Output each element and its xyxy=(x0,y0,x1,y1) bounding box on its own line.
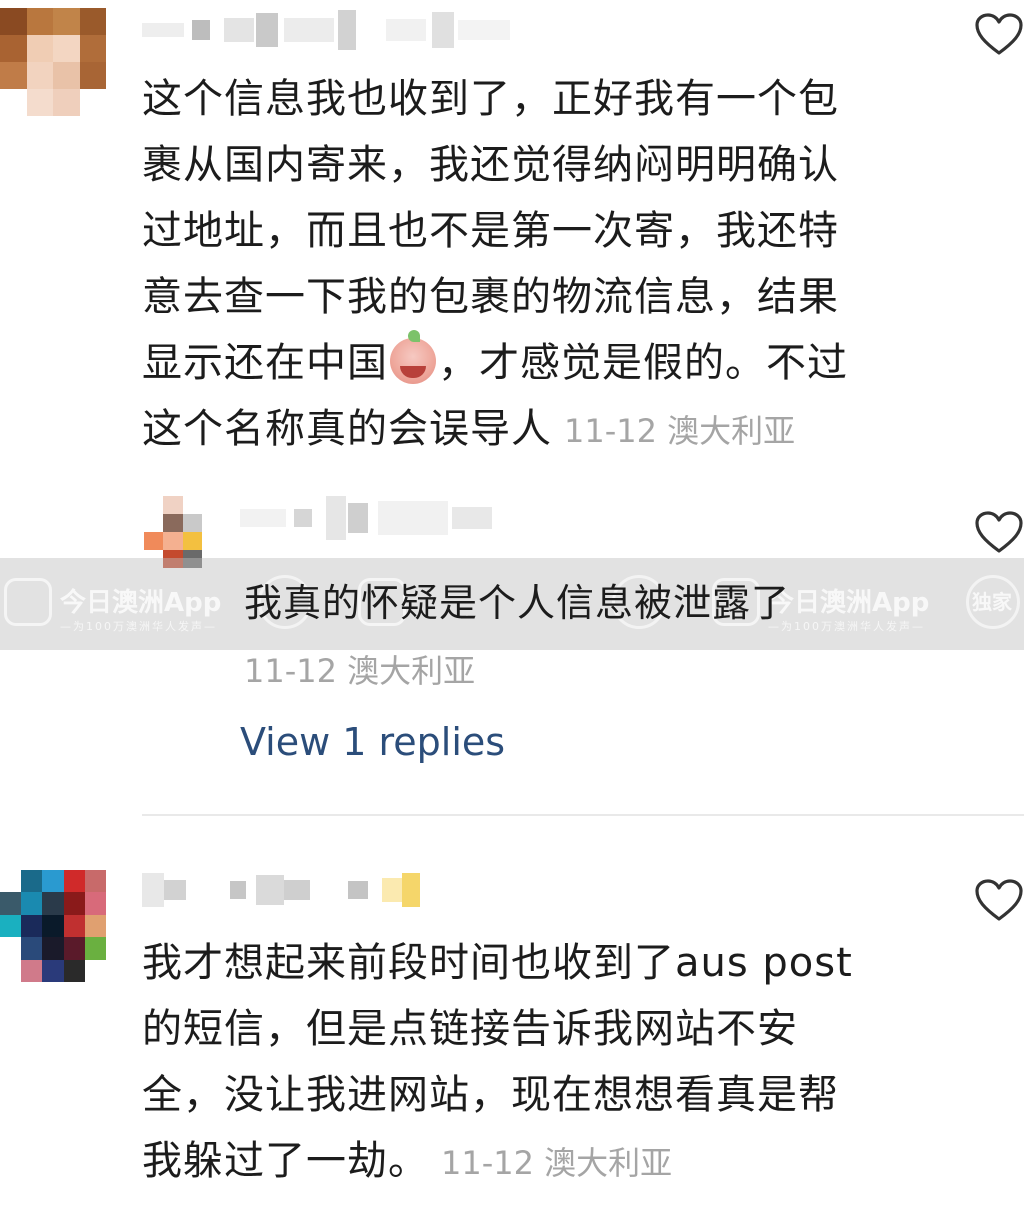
crying-face-emoji xyxy=(390,330,436,384)
avatar[interactable] xyxy=(0,8,106,116)
view-replies-link[interactable]: View 1 replies xyxy=(240,720,505,764)
heart-outline-icon[interactable] xyxy=(974,878,1024,922)
comment-meta: 11-12 澳大利亚 xyxy=(441,1144,673,1182)
heart-outline-icon[interactable] xyxy=(974,12,1024,56)
username-redacted[interactable] xyxy=(240,496,492,540)
reply-text: 我真的怀疑是个人信息被泄露了 xyxy=(244,581,791,625)
comment-item: 这个信息我也收到了，正好我有一个包 裹从国内寄来，我还觉得纳闷明明确认 过地址，… xyxy=(0,0,1024,480)
comment-item: 我才想起来前段时间也收到了aus post 的短信，但是点链接告诉我网站不安 全… xyxy=(0,840,1024,1212)
watermark-tagline: —为100万澳洲华人发声— xyxy=(60,620,217,633)
divider xyxy=(142,814,1024,816)
username-redacted[interactable] xyxy=(142,870,420,910)
comment-text: 这个信息我也收到了，正好我有一个包 裹从国内寄来，我还觉得纳闷明明确认 过地址，… xyxy=(142,76,848,452)
comment-text: 我才想起来前段时间也收到了aus post 的短信，但是点链接告诉我网站不安 全… xyxy=(142,940,853,1184)
reply-meta: 11-12 澳大利亚 xyxy=(244,652,476,690)
watermark-seal-text: 独家 xyxy=(972,590,1012,614)
comment-meta: 11-12 澳大利亚 xyxy=(564,412,796,450)
watermark-brand: 今日澳洲App xyxy=(60,588,222,618)
username-redacted[interactable] xyxy=(142,10,510,50)
app-logo-icon xyxy=(4,578,52,626)
heart-outline-icon[interactable] xyxy=(974,510,1024,554)
watermark-brand: 今日澳洲App xyxy=(768,588,930,618)
avatar[interactable] xyxy=(0,870,106,982)
watermark-tagline: —为100万澳洲华人发声— xyxy=(768,620,925,633)
